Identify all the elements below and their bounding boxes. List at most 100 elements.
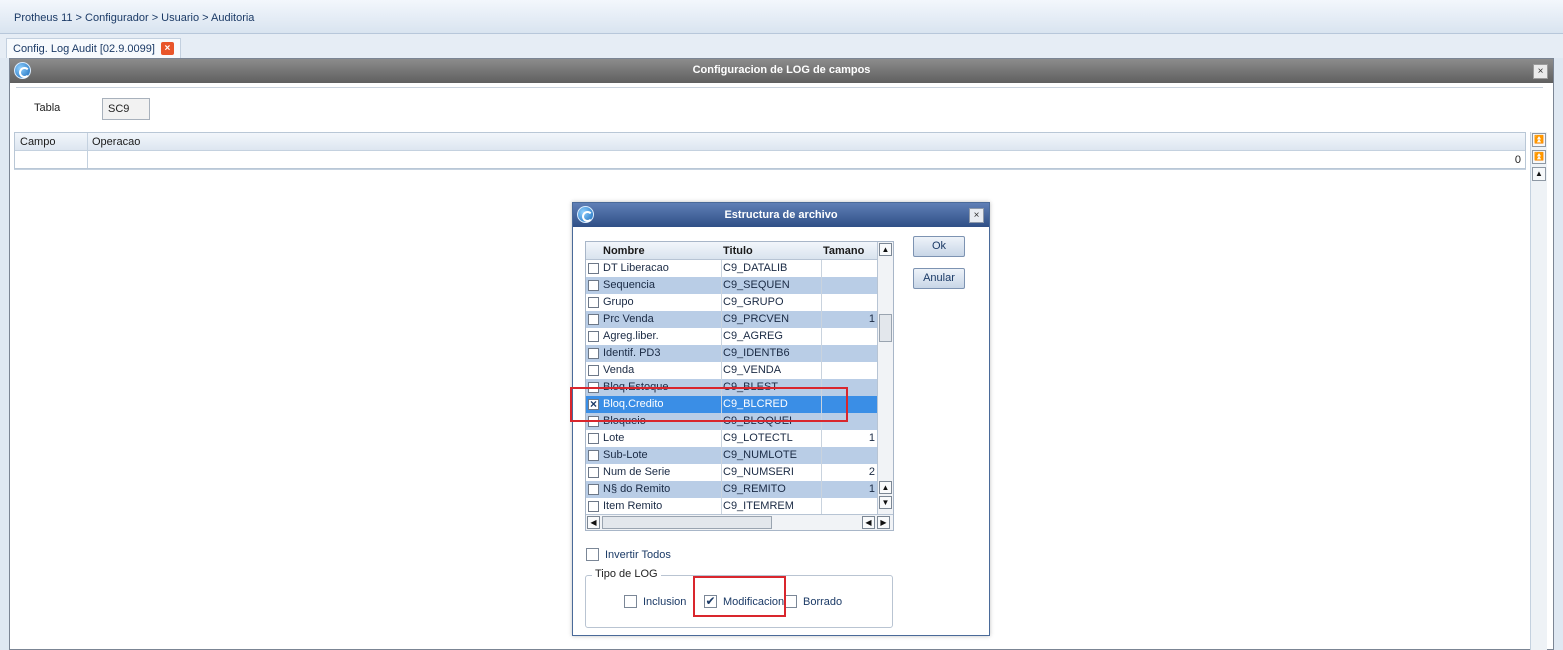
column-divider	[821, 311, 822, 328]
row-checkbox[interactable]	[588, 484, 599, 495]
close-icon[interactable]: ×	[160, 42, 174, 55]
field-list: Nombre Titulo Tamano DT Liberacao C9_DATA…	[585, 241, 894, 531]
scroll-top-icon[interactable]: ⏫	[1532, 133, 1546, 147]
tab-config-log-audit[interactable]: Config. Log Audit [02.9.0099] ×	[6, 38, 181, 58]
row-checkbox[interactable]	[588, 280, 599, 291]
column-divider	[821, 345, 822, 362]
main-title: Configuracion de LOG de campos	[692, 64, 871, 76]
row-nombre: Agreg.liber.	[603, 330, 659, 342]
row-checkbox[interactable]	[588, 467, 599, 478]
row-checkbox[interactable]	[588, 314, 599, 325]
row-tamano: 1	[868, 313, 875, 325]
column-divider	[721, 277, 722, 294]
list-horizontal-scrollbar[interactable]: ◀ ◀ ▶	[586, 514, 893, 530]
row-titulo: C9_SEQUEN	[723, 279, 790, 291]
row-nombre: Venda	[603, 364, 635, 376]
list-item[interactable]: Lote C9_LOTECTL 1	[586, 430, 878, 447]
row-nombre: Item Remito	[603, 500, 663, 512]
list-item[interactable]: Num de Serie C9_NUMSERI 2	[586, 464, 878, 481]
row-tamano: 1	[868, 432, 875, 444]
column-divider	[821, 464, 822, 481]
column-divider	[821, 277, 822, 294]
row-checkbox[interactable]	[588, 297, 599, 308]
list-item[interactable]: Grupo C9_GRUPO	[586, 294, 878, 311]
scroll-thumb[interactable]	[879, 314, 892, 342]
column-divider	[721, 294, 722, 311]
column-divider	[721, 362, 722, 379]
invertir-todos-label: Invertir Todos	[605, 549, 671, 561]
row-checkbox[interactable]	[588, 433, 599, 444]
list-item[interactable]: Venda C9_VENDA	[586, 362, 878, 379]
row-checkbox[interactable]	[588, 331, 599, 342]
column-divider	[721, 464, 722, 481]
breadcrumb[interactable]: Protheus 11 > Configurador > Usuario > A…	[14, 12, 254, 24]
table-row[interactable]: 0	[15, 151, 1525, 168]
scroll-thumb[interactable]	[602, 516, 772, 529]
tab-label: Config. Log Audit [02.9.0099]	[13, 42, 155, 55]
scroll-down-icon[interactable]: ▼	[879, 496, 892, 509]
tabla-label: Tabla	[34, 102, 61, 114]
column-divider	[721, 328, 722, 345]
row-nombre: Prc Venda	[603, 313, 654, 325]
column-header-campo[interactable]: Campo	[20, 136, 55, 148]
column-divider	[821, 328, 822, 345]
row-titulo: C9_PRCVEN	[723, 313, 790, 325]
row-checkbox[interactable]	[588, 501, 599, 512]
list-item[interactable]: Sub-Lote C9_NUMLOTE	[586, 447, 878, 464]
scroll-up-icon[interactable]: ▲	[879, 481, 892, 494]
scroll-page-up-icon[interactable]: ⏫	[1532, 150, 1546, 164]
list-item[interactable]: DT Liberacao C9_DATALIB	[586, 260, 878, 277]
scroll-right-icon[interactable]: ▶	[877, 516, 890, 529]
scroll-up-icon[interactable]: ▲	[879, 243, 892, 256]
row-nombre: Grupo	[603, 296, 634, 308]
column-divider	[821, 481, 822, 498]
anular-button[interactable]: Anular	[913, 268, 965, 289]
row-checkbox[interactable]	[588, 450, 599, 461]
column-header-tamano[interactable]: Tamano	[823, 245, 864, 257]
list-header: Nombre Titulo Tamano	[586, 242, 878, 260]
row-titulo: C9_AGREG	[723, 330, 783, 342]
column-divider	[821, 430, 822, 447]
list-vertical-scrollbar[interactable]: ▲ ▲ ▼	[877, 242, 893, 514]
column-divider	[721, 481, 722, 498]
main-titlebar: Configuracion de LOG de campos ×	[10, 59, 1553, 83]
row-nombre: Sub-Lote	[603, 449, 648, 461]
row-checkbox[interactable]	[588, 263, 599, 274]
column-divider	[821, 260, 822, 277]
top-bar: Protheus 11 > Configurador > Usuario > A…	[0, 0, 1563, 34]
column-divider	[821, 498, 822, 515]
scroll-left-icon[interactable]: ◀	[587, 516, 600, 529]
list-item[interactable]: Item Remito C9_ITEMREM	[586, 498, 878, 515]
highlight-box-selected-row	[570, 387, 848, 422]
grid-vertical-scrollbar[interactable]: ⏫ ⏫ ▲	[1530, 132, 1547, 650]
column-header-nombre[interactable]: Nombre	[603, 245, 645, 257]
column-divider	[87, 151, 88, 168]
row-titulo: C9_ITEMREM	[723, 500, 794, 512]
row-titulo: C9_GRUPO	[723, 296, 784, 308]
row-titulo: C9_LOTECTL	[723, 432, 793, 444]
list-item[interactable]: Prc Venda C9_PRCVEN 1	[586, 311, 878, 328]
row-titulo: C9_NUMLOTE	[723, 449, 797, 461]
column-header-titulo[interactable]: Titulo	[723, 245, 753, 257]
row-titulo: C9_VENDA	[723, 364, 782, 376]
tabla-input[interactable]: SC9	[102, 98, 150, 120]
inclusion-checkbox[interactable]	[624, 595, 637, 608]
borrado-label: Borrado	[803, 596, 843, 608]
column-divider	[721, 260, 722, 277]
row-checkbox[interactable]	[588, 365, 599, 376]
list-item[interactable]: Agreg.liber. C9_AGREG	[586, 328, 878, 345]
close-icon[interactable]: ×	[969, 208, 984, 223]
scroll-up-icon[interactable]: ▲	[1532, 167, 1546, 181]
list-item[interactable]: N§ do Remito C9_REMITO 1	[586, 481, 878, 498]
list-item[interactable]: Sequencia C9_SEQUEN	[586, 277, 878, 294]
row-tamano: 1	[868, 483, 875, 495]
row-checkbox[interactable]	[588, 348, 599, 359]
column-header-operacao[interactable]: Operacao	[92, 136, 140, 148]
ok-button[interactable]: Ok	[913, 236, 965, 257]
list-item[interactable]: Identif. PD3 C9_IDENTB6	[586, 345, 878, 362]
invertir-todos-checkbox[interactable]	[586, 548, 599, 561]
close-icon[interactable]: ×	[1533, 64, 1548, 79]
tipo-log-legend: Tipo de LOG	[592, 568, 661, 580]
scroll-left-icon[interactable]: ◀	[862, 516, 875, 529]
row-titulo: C9_REMITO	[723, 483, 786, 495]
